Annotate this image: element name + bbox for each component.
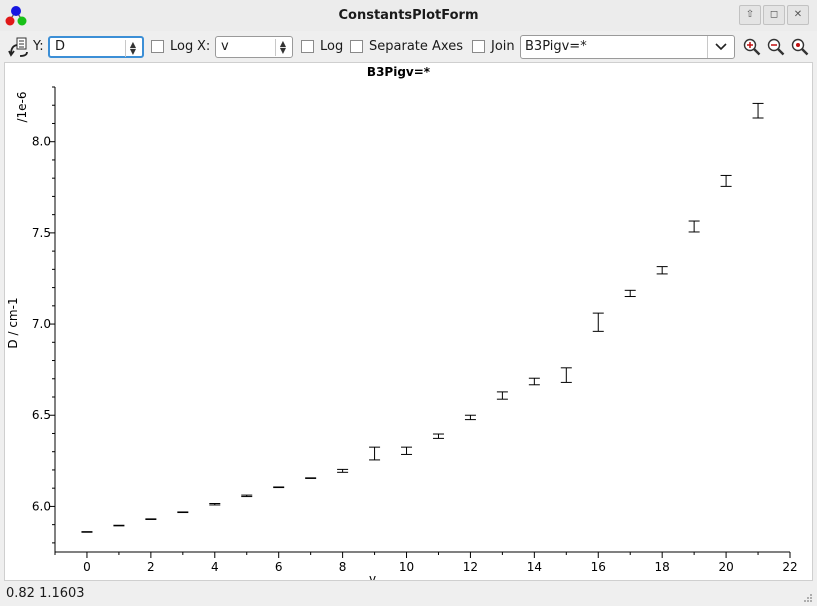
filter-combobox[interactable]: B3Pigv=* [520, 34, 735, 59]
log-x-checkbox[interactable] [301, 40, 314, 53]
zoom-in-icon[interactable] [743, 38, 761, 56]
x-axis-label: X: [197, 39, 211, 54]
window-shade-button[interactable]: ⇧ [739, 5, 761, 25]
x-tick-label: 18 [655, 560, 670, 574]
swap-axes-icon[interactable] [8, 36, 30, 58]
window-close-button[interactable]: ✕ [787, 5, 809, 25]
log-y-checkbox[interactable] [151, 40, 164, 53]
status-bar: 0.82 1.1603 [0, 582, 817, 606]
cursor-coordinates: 0.82 1.1603 [6, 586, 85, 601]
y-tick-label: 6.5 [32, 408, 51, 422]
toolbar: Y: D ▲ ▼ Log X: v ▲ ▼ Log Separate Axes Jo… [0, 31, 817, 62]
y-quantity-select[interactable]: D ▲ ▼ [48, 35, 144, 58]
log-x-label: Log [320, 39, 344, 54]
plot-area[interactable]: 0 2 4 6 8 10 12 14 16 18 20 22 6.0 6.5 7.0 7.5 8.0 B3Pigv… [4, 62, 813, 581]
x-tick-label: 16 [591, 560, 606, 574]
y-axis-multiplier: /1e-6 [15, 91, 29, 122]
y-tick-label: 7.0 [32, 317, 51, 331]
x-tick-label: 0 [83, 560, 91, 574]
x-tick-label: 12 [463, 560, 478, 574]
x-tick-label: 14 [527, 560, 542, 574]
zoom-out-icon[interactable] [767, 38, 785, 56]
x-tick-label: 10 [399, 560, 414, 574]
y-axis-title: D / cm-1 [6, 297, 20, 348]
y-tick-label: 8.0 [32, 135, 51, 149]
y-quantity-value: D [55, 38, 66, 54]
spin-arrows-icon[interactable]: ▲ ▼ [125, 39, 140, 57]
window-maximize-button[interactable]: ◻ [763, 5, 785, 25]
join-checkbox[interactable] [472, 40, 485, 53]
zoom-reset-icon[interactable] [791, 38, 809, 56]
x-tick-label: 2 [147, 560, 155, 574]
x-quantity-select[interactable]: v ▲ ▼ [215, 35, 293, 58]
x-tick-label: 20 [718, 560, 733, 574]
join-label: Join [491, 39, 515, 54]
x-tick-label: 6 [275, 560, 283, 574]
x-tick-label: 8 [339, 560, 347, 574]
plot-canvas[interactable]: 0 2 4 6 8 10 12 14 16 18 20 22 6.0 6.5 7.0 7.5 8.0 B3Pigv… [5, 63, 812, 580]
resize-grip-icon[interactable] [803, 593, 813, 603]
y-tick-label: 7.5 [32, 226, 51, 240]
y-axis-label: Y: [33, 39, 44, 54]
chart-title: B3Pigv=* [367, 65, 431, 79]
x-quantity-value: v [221, 38, 229, 54]
window-title: ConstantsPlotForm [338, 8, 479, 23]
separate-axes-checkbox[interactable] [350, 40, 363, 53]
title-bar: ConstantsPlotForm ⇧ ◻ ✕ [0, 0, 817, 32]
x-tick-label: 4 [211, 560, 219, 574]
y-tick-label: 6.0 [32, 499, 51, 513]
separate-axes-label: Separate Axes [369, 39, 463, 54]
chevron-down-icon[interactable] [707, 35, 734, 58]
log-y-label: Log [170, 39, 194, 54]
x-axis-title: v [369, 572, 376, 580]
filter-value: B3Pigv=* [525, 38, 587, 54]
spin-arrows-icon[interactable]: ▲ ▼ [275, 38, 290, 56]
x-tick-label: 22 [782, 560, 797, 574]
